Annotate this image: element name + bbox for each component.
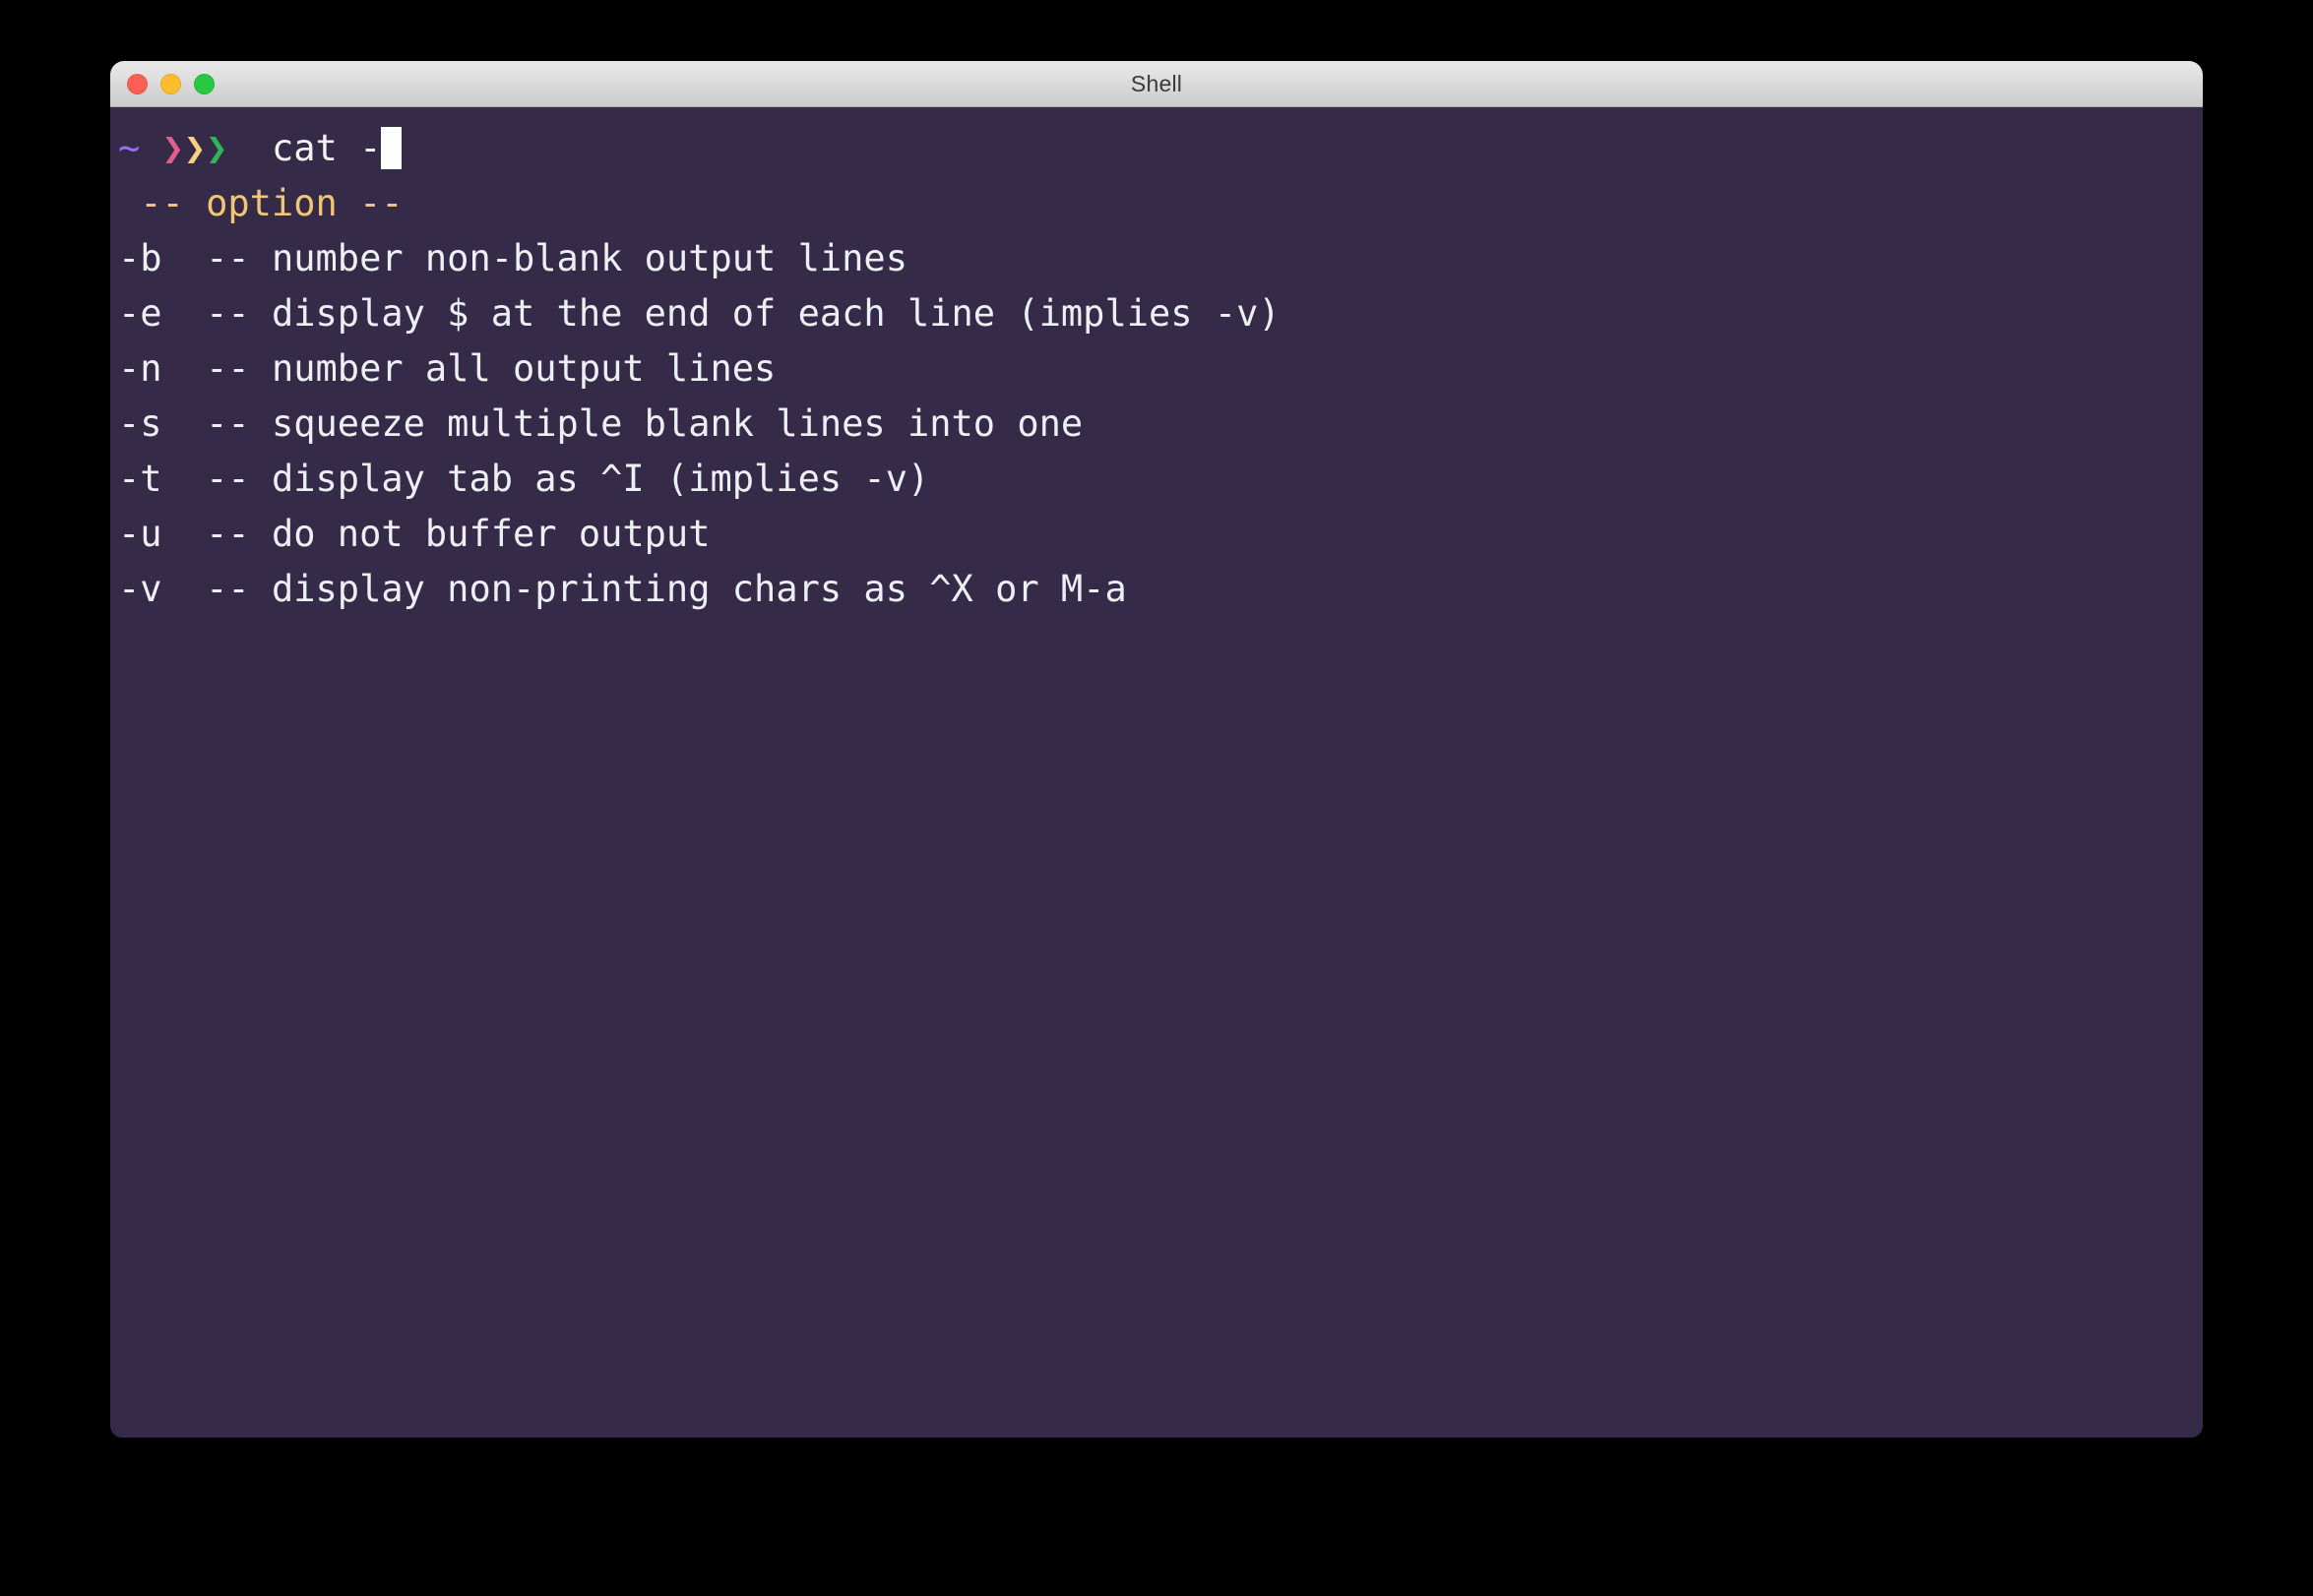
prompt-chevron-2-icon: ❯ xyxy=(183,127,207,169)
completion-row[interactable]: -s -- squeeze multiple blank lines into … xyxy=(118,397,2203,452)
option-description: display non-printing chars as ^X or M-a xyxy=(271,568,1127,610)
option-separator: -- xyxy=(206,292,250,335)
option-flag: -t xyxy=(118,458,162,500)
prompt-chevron-3-icon: ❯ xyxy=(206,127,228,169)
option-description: display tab as ^I (implies -v) xyxy=(271,458,930,500)
command-input[interactable]: cat - xyxy=(272,127,381,169)
terminal-window: Shell ~ ❯❯❯ cat - -- option -- -b -- num… xyxy=(110,61,2203,1438)
terminal-body[interactable]: ~ ❯❯❯ cat - -- option -- -b -- number no… xyxy=(110,107,2203,1438)
completion-row[interactable]: -n -- number all output lines xyxy=(118,341,2203,397)
option-flag: -e xyxy=(118,292,162,335)
option-description: squeeze multiple blank lines into one xyxy=(271,402,1084,445)
option-separator: -- xyxy=(206,513,250,555)
option-description: display $ at the end of each line (impli… xyxy=(271,292,1281,335)
close-button-icon[interactable] xyxy=(127,73,148,94)
completion-row[interactable]: -e -- display $ at the end of each line … xyxy=(118,286,2203,341)
window-controls xyxy=(127,61,215,106)
option-flag: -u xyxy=(118,513,162,555)
zoom-button-icon[interactable] xyxy=(194,73,215,94)
option-separator: -- xyxy=(206,347,250,390)
completion-row[interactable]: -v -- display non-printing chars as ^X o… xyxy=(118,562,2203,617)
option-flag: -v xyxy=(118,568,162,610)
option-description: number all output lines xyxy=(271,347,777,390)
option-separator: -- xyxy=(206,568,250,610)
option-flag: -b xyxy=(118,237,162,279)
option-flag: -n xyxy=(118,347,162,390)
prompt-chevron-1-icon: ❯ xyxy=(161,127,184,169)
minimize-button-icon[interactable] xyxy=(160,73,181,94)
completion-row[interactable]: -u -- do not buffer output xyxy=(118,507,2203,562)
window-titlebar[interactable]: Shell xyxy=(110,61,2203,107)
text-cursor xyxy=(381,127,403,169)
option-description: do not buffer output xyxy=(271,513,711,555)
option-separator: -- xyxy=(206,458,250,500)
completion-header: -- option -- xyxy=(118,182,404,224)
option-separator: -- xyxy=(206,402,250,445)
option-flag: -s xyxy=(118,402,162,445)
prompt-tilde: ~ xyxy=(118,127,141,169)
desktop-background: Shell ~ ❯❯❯ cat - -- option -- -b -- num… xyxy=(0,0,2313,1596)
prompt-line: ~ ❯❯❯ cat - xyxy=(118,121,2203,176)
completion-row[interactable]: -b -- number non-blank output lines xyxy=(118,231,2203,286)
window-title: Shell xyxy=(1130,71,1183,96)
completion-row[interactable]: -t -- display tab as ^I (implies -v) xyxy=(118,452,2203,507)
option-separator: -- xyxy=(206,237,250,279)
option-description: number non-blank output lines xyxy=(271,237,907,279)
terminal-output: ~ ❯❯❯ cat - -- option -- -b -- number no… xyxy=(110,121,2203,617)
